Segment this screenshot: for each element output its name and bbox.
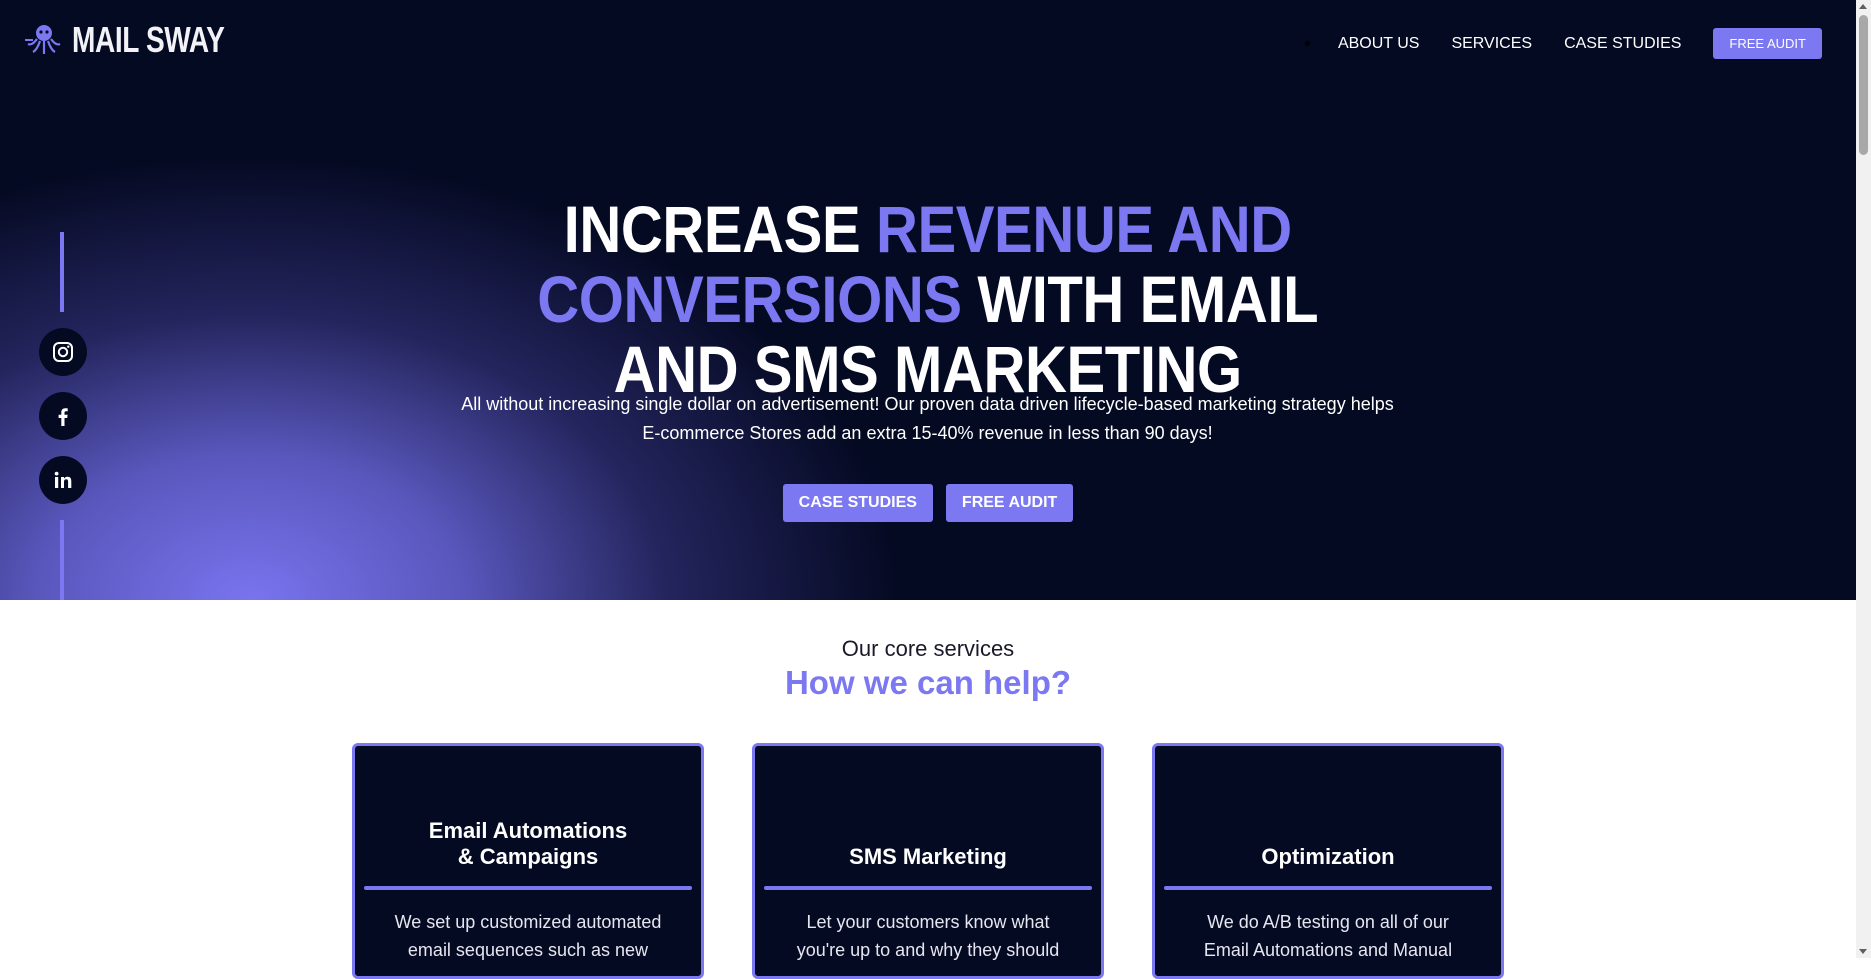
card-divider (764, 886, 1092, 890)
side-line-bottom (60, 520, 64, 600)
nav-free-audit-button[interactable]: FREE AUDIT (1713, 28, 1822, 59)
service-card-optimization[interactable]: Optimization We do A/B testing on all of… (1152, 743, 1504, 979)
brand-logo[interactable]: MAIL SWAY (24, 20, 268, 60)
card-title: SMS Marketing (755, 844, 1101, 870)
card-title: Optimization (1155, 844, 1501, 870)
side-line-top (60, 232, 64, 312)
headline-text-1: INCREASE (563, 192, 876, 267)
card-title-line2: & Campaigns (457, 844, 599, 869)
services-title: How we can help? (784, 664, 1072, 701)
card-title: Email Automations & Campaigns (355, 818, 701, 870)
headline-accent-1: REVENUE AND (875, 192, 1292, 267)
hero-subtext: All without increasing single dollar on … (461, 394, 1394, 443)
card-text: We set up customized automated email seq… (394, 912, 662, 960)
headline-accent-2: CONVERSIONS (537, 262, 962, 337)
card-divider (1164, 886, 1492, 890)
page-scrollbar[interactable] (1856, 0, 1871, 958)
headline-text-2: WITH EMAIL (961, 262, 1318, 337)
nav-bullet (1304, 41, 1310, 46)
hero-cta-row: CASE STUDIES FREE AUDIT (0, 484, 1856, 522)
card-title-line1: SMS Marketing (849, 844, 1007, 869)
instagram-icon (53, 342, 73, 362)
scrollbar-thumb[interactable] (1859, 15, 1868, 155)
nav-about-us[interactable]: ABOUT US (1338, 35, 1420, 53)
card-title-line1: Email Automations (428, 818, 628, 843)
service-card-sms[interactable]: SMS Marketing Let your customers know wh… (752, 743, 1104, 979)
main-nav: ABOUT US SERVICES CASE STUDIES FREE AUDI… (1304, 28, 1822, 59)
nav-case-studies[interactable]: CASE STUDIES (1564, 35, 1681, 53)
card-text: We do A/B testing on all of our Email Au… (1203, 912, 1453, 960)
card-text: Let your customers know what you're up t… (796, 912, 1060, 960)
facebook-icon (58, 408, 68, 426)
octopus-icon (25, 25, 61, 54)
services-kicker: Our core services (841, 636, 1015, 661)
free-audit-button[interactable]: FREE AUDIT (945, 484, 1074, 522)
hero-headline: INCREASE REVENUE AND CONVERSIONS WITH EM… (460, 194, 1395, 404)
hero-section: MAIL SWAY ABOUT US SERVICES CASE STUDIES… (0, 0, 1856, 600)
facebook-link[interactable] (39, 392, 87, 440)
nav-services[interactable]: SERVICES (1451, 35, 1532, 53)
scroll-down-arrow[interactable] (1859, 949, 1867, 954)
instagram-link[interactable] (39, 328, 87, 376)
brand-name: MAIL SWAY (72, 19, 225, 60)
service-card-email[interactable]: Email Automations & Campaigns We set up … (352, 743, 704, 979)
card-title-line1: Optimization (1261, 844, 1395, 869)
card-divider (364, 886, 692, 890)
scroll-up-arrow[interactable] (1859, 4, 1867, 9)
case-studies-button[interactable]: CASE STUDIES (782, 484, 933, 522)
